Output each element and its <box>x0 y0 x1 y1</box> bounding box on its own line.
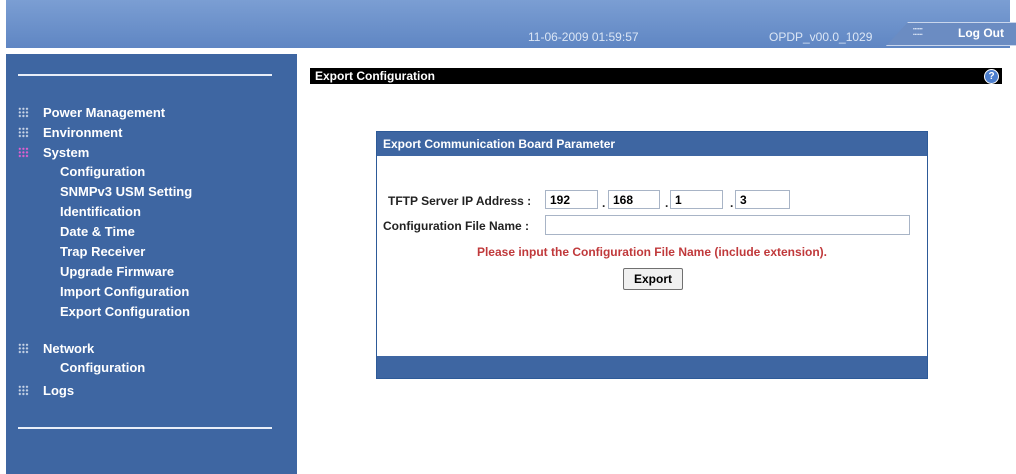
menu-label: Power Management <box>43 104 166 120</box>
grid-icon <box>18 146 29 158</box>
grid-icon <box>18 126 29 138</box>
page-title: Export Configuration <box>315 69 435 83</box>
sidebar-divider <box>18 74 272 76</box>
sidebar-item-network-configuration[interactable]: Configuration <box>60 360 145 375</box>
menu-power-management[interactable]: Power Management <box>18 104 165 120</box>
export-panel: Export Communication Board Parameter TFT… <box>376 131 928 379</box>
sidebar-item-snmpv3-usm-setting[interactable]: SNMPv3 USM Setting <box>60 184 192 199</box>
datetime-display: 11-06-2009 01:59:57 <box>528 30 639 44</box>
page-title-bar: Export Configuration ? <box>310 68 1002 84</box>
sidebar-item-import-configuration[interactable]: Import Configuration <box>60 284 189 299</box>
sidebar: Power Management Environment System Conf… <box>6 54 297 474</box>
menu-network[interactable]: Network <box>18 340 94 356</box>
panel-header: Export Communication Board Parameter <box>377 132 927 156</box>
sidebar-item-configuration[interactable]: Configuration <box>60 164 145 179</box>
ip-separator: . <box>730 196 734 210</box>
grid-icon <box>18 342 29 354</box>
ip-octet-2-input[interactable] <box>608 190 660 209</box>
export-button[interactable]: Export <box>623 268 683 290</box>
menu-label: Network <box>43 340 95 356</box>
logout-button[interactable]: :::::: Log Out <box>886 22 1016 46</box>
ip-octet-4-input[interactable] <box>735 190 790 209</box>
ip-separator: . <box>602 196 606 210</box>
ip-separator: . <box>665 196 669 210</box>
validation-hint: Please input the Configuration File Name… <box>476 245 828 259</box>
sidebar-item-upgrade-firmware[interactable]: Upgrade Firmware <box>60 264 174 279</box>
menu-environment[interactable]: Environment <box>18 124 122 140</box>
grid-icon: :::::: <box>912 23 924 38</box>
menu-label: Environment <box>43 124 123 140</box>
menu-system[interactable]: System <box>18 144 89 160</box>
ip-octet-1-input[interactable] <box>545 190 598 209</box>
grid-icon <box>18 106 29 118</box>
help-icon[interactable]: ? <box>984 69 999 84</box>
top-header: 11-06-2009 01:59:57 OPDP_v00.0_1029 ::::… <box>6 0 1016 48</box>
firmware-version: OPDP_v00.0_1029 <box>769 30 873 44</box>
panel-title: Export Communication Board Parameter <box>383 137 616 151</box>
tftp-label: TFTP Server IP Address : <box>388 194 532 208</box>
sidebar-divider <box>18 427 272 429</box>
grid-icon <box>18 384 29 396</box>
sidebar-item-export-configuration[interactable]: Export Configuration <box>60 304 190 319</box>
config-filename-input[interactable] <box>545 215 910 235</box>
sidebar-item-date-time[interactable]: Date & Time <box>60 224 135 239</box>
menu-label: System <box>43 144 90 160</box>
filename-label: Configuration File Name : <box>383 219 530 233</box>
panel-footer <box>377 356 927 378</box>
sidebar-item-identification[interactable]: Identification <box>60 204 141 219</box>
menu-logs[interactable]: Logs <box>18 382 74 398</box>
menu-label: Logs <box>43 382 75 398</box>
sidebar-item-trap-receiver[interactable]: Trap Receiver <box>60 244 145 259</box>
ip-octet-3-input[interactable] <box>670 190 723 209</box>
logout-label: Log Out <box>958 26 1004 40</box>
